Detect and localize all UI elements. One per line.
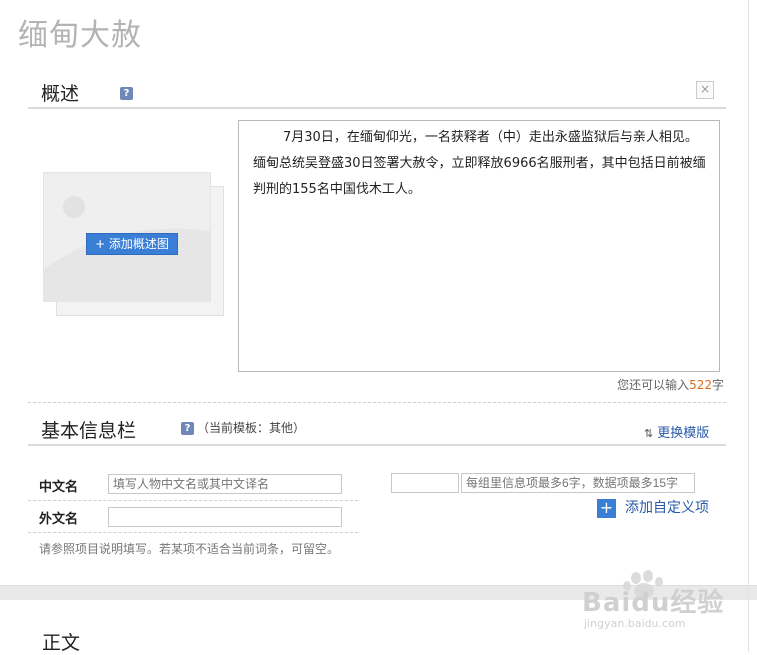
divider (28, 402, 726, 403)
swap-icon: ⇅ (644, 427, 654, 440)
template-note: （当前模板：其他） (197, 421, 306, 435)
watermark-brand: Baidu经验 (582, 588, 725, 618)
plus-icon: + (597, 498, 616, 518)
help-icon[interactable]: ? (120, 87, 133, 100)
watermark: Baidu经验 jingyan.baidu.com (578, 566, 748, 636)
counter-suffix: 字 (711, 378, 724, 392)
add-overview-image-button[interactable]: + 添加概述图 (86, 233, 178, 255)
body-section-title: 正文 (42, 632, 81, 654)
overview-title: 概述 (41, 83, 80, 105)
add-custom-item-button[interactable]: + 添加自定义项 (597, 497, 709, 518)
summary-textarea[interactable]: 7月30日，在缅甸仰光，一名获释者（中）走出永盛监狱后与亲人相见。缅甸总统吴登盛… (238, 120, 720, 372)
editor-page: 缅甸大赦 概述 ? × + 添加概述图 7月30日，在缅甸仰光，一名获释者（中）… (0, 0, 757, 654)
cn-name-input[interactable] (108, 474, 342, 494)
overview-header: 概述 ? × (28, 77, 726, 109)
watermark-url: jingyan.baidu.com (584, 617, 686, 630)
close-icon[interactable]: × (696, 81, 714, 99)
infobox-title: 基本信息栏 (41, 420, 137, 442)
scroll-border (748, 0, 749, 652)
custom-key-input[interactable] (391, 473, 459, 493)
fill-hint: 请参照项目说明填写。若某项不适合当前词条，可留空。 (39, 542, 340, 556)
summary-text: 7月30日，在缅甸仰光，一名获释者（中）走出永盛监狱后与亲人相见。缅甸总统吴登盛… (253, 130, 706, 197)
cn-name-label: 中文名 (39, 480, 79, 495)
swap-template-link[interactable]: ⇅ 更换模版 (644, 422, 709, 441)
row-divider (28, 500, 358, 501)
swap-template-label: 更换模版 (657, 426, 710, 441)
page-title: 缅甸大赦 (18, 18, 142, 53)
help-icon[interactable]: ? (181, 422, 194, 435)
custom-value-input[interactable] (461, 473, 695, 493)
char-counter: 您还可以输入522字 (617, 376, 724, 393)
add-custom-label: 添加自定义项 (625, 500, 709, 516)
infobox-header: 基本信息栏 ? （当前模板：其他） (28, 414, 726, 446)
foreign-name-input[interactable] (108, 507, 342, 527)
counter-prefix: 您还可以输入 (617, 378, 690, 392)
foreign-name-label: 外文名 (39, 512, 79, 527)
counter-value: 522 (689, 378, 712, 392)
row-divider (28, 532, 358, 533)
